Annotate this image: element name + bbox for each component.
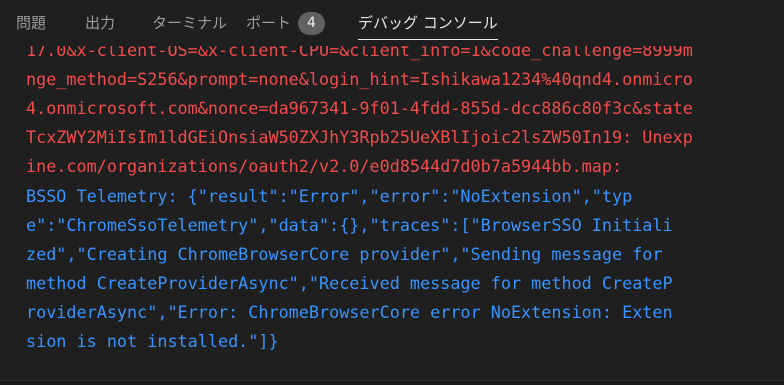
panel-tab-bar: 問題 出力 ターミナル ポート 4 デバッグ コンソール	[0, 0, 784, 46]
console-line: BSSO Telemetry: {"result":"Error","error…	[26, 186, 633, 206]
debug-console-output[interactable]: 17.0&x-client-OS=&x-client-CPU=&client_i…	[0, 46, 784, 380]
console-line: TcxZWY2MiIsIm1ldGEiOnsiaW50ZXJhY3Rpb25Ue…	[26, 127, 693, 147]
console-line: nge_method=S256&prompt=none&login_hint=I…	[26, 69, 693, 89]
console-line: 4.onmicrosoft.com&nonce=da967341-9f01-4f…	[26, 98, 693, 118]
ports-count-badge: 4	[298, 12, 325, 35]
console-line: roviderAsync","Error: ChromeBrowserCore …	[26, 302, 673, 322]
tab-output[interactable]: 出力	[85, 0, 115, 46]
tab-terminal[interactable]: ターミナル	[152, 0, 227, 46]
console-line: e":"ChromeSsoTelemetry","data":{},"trace…	[26, 215, 673, 235]
console-line: 17.0&x-client-OS=&x-client-CPU=&client_i…	[26, 46, 693, 60]
console-line: ine.com/organizations/oauth2/v2.0/e0d854…	[26, 156, 623, 176]
tab-debug-console[interactable]: デバッグ コンソール	[358, 0, 498, 46]
console-line: method CreateProviderAsync","Received me…	[26, 273, 673, 293]
panel-bottom-border	[0, 380, 784, 385]
console-line: sion is not installed."]}	[26, 331, 279, 351]
tab-ports[interactable]: ポート	[246, 0, 291, 46]
console-line: zed","Creating ChromeBrowserCore provide…	[26, 244, 663, 264]
debug-console-panel: 問題 出力 ターミナル ポート 4 デバッグ コンソール 17.0&x-clie…	[0, 0, 784, 385]
tab-problems[interactable]: 問題	[16, 0, 46, 46]
